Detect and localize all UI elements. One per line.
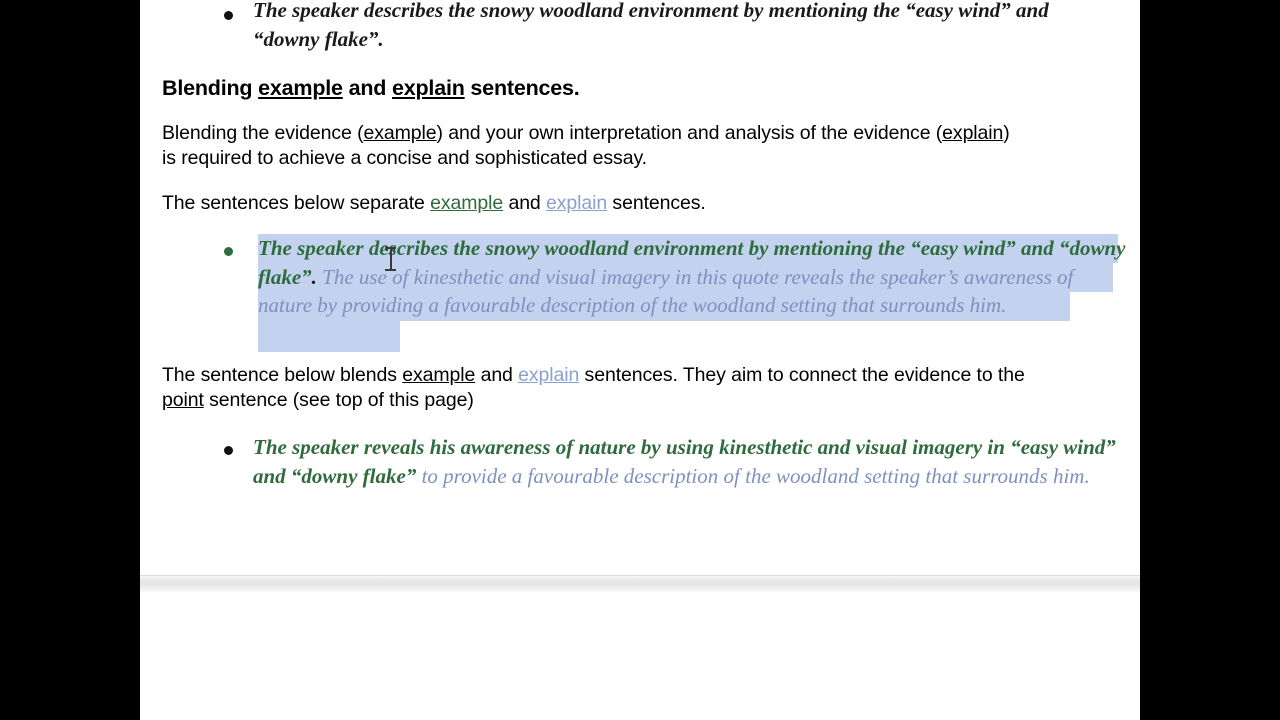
bullet-marker-icon [224, 446, 233, 455]
lower-pane [140, 592, 1140, 720]
document-scroll-region[interactable]: The speaker describes the snowy woodland… [140, 0, 1140, 575]
paragraph-blending-evidence: Blending the evidence (example) and your… [162, 121, 1122, 171]
section-heading: Blending example and explain sentences. [162, 76, 1062, 101]
top-bullet-line1: The speaker describes the snowy woodland… [253, 0, 1049, 22]
paragraph-sentence-blends: The sentence below blends example and ex… [162, 363, 1132, 413]
p3-part3: sentences. They aim to connect the evide… [579, 364, 1025, 386]
heading-explain-term: explain [391, 76, 465, 100]
p1-part1: Blending the evidence ( [162, 122, 364, 144]
sel-explain-part-c: surrounds him. [879, 293, 1007, 317]
blend-blue-part-a: to provide a favourable description of t… [416, 463, 921, 488]
heading-after: sentences. [464, 76, 580, 100]
blended-bullet-text: The speaker reveals his awareness of nat… [253, 433, 1128, 490]
p2-example-link[interactable]: example [430, 192, 503, 214]
p2-part3: sentences. [607, 192, 706, 214]
p3-part2: and [475, 364, 519, 386]
paragraph-3-line-1: The sentence below blends example and ex… [162, 363, 1132, 388]
heading-before: Blending [162, 76, 259, 100]
document-page: The speaker describes the snowy woodland… [140, 0, 1140, 720]
selection-highlight-line-4 [258, 321, 400, 352]
p1-explain-term: explain [942, 122, 1004, 144]
p3-example-term: example [402, 364, 476, 386]
p3-point-term: point [162, 389, 204, 411]
bullet-marker-icon [224, 247, 233, 256]
paragraph-1-line-2: is required to achieve a concise and sop… [162, 147, 647, 169]
top-bullet-line2: “downy flake”. [253, 26, 384, 51]
p1-example-term: example [363, 122, 437, 144]
bullet-marker-icon [224, 11, 233, 20]
text-cursor-icon [385, 246, 396, 272]
horizontal-splitter-bar[interactable] [140, 575, 1140, 593]
p2-part2: and [503, 192, 546, 214]
paragraph-sentences-separate: The sentences below separate example and… [162, 191, 1122, 216]
p1-part3: ) [1003, 122, 1010, 144]
heading-example-term: example [258, 76, 343, 100]
sel-explain-part-a: The use of kinesthetic and visual imager… [316, 264, 959, 289]
sel-example-line1: The speaker describes the snowy woodland… [258, 236, 1054, 260]
p3-part1: The sentence below blends [162, 364, 403, 386]
p2-part1: The sentences below separate [162, 192, 431, 214]
paragraph-3-line-2: point sentence (see top of this page) [162, 388, 1132, 413]
top-bullet-text: The speaker describes the snowy woodland… [253, 0, 1123, 53]
p3-explain-link[interactable]: explain [518, 364, 579, 386]
paragraph-1-line-1: Blending the evidence (example) and your… [162, 121, 1122, 146]
screen: The speaker describes the snowy woodland… [0, 0, 1280, 720]
p2-explain-link[interactable]: explain [546, 192, 607, 214]
heading-middle: and [342, 76, 392, 100]
blend-green-line1: The speaker reveals his awareness of nat… [253, 435, 1005, 459]
blend-blue-part-b: that surrounds him. [925, 463, 1090, 488]
p1-part2: ) and your own interpretation and analys… [436, 122, 943, 144]
p3-line2-rest: sentence (see top of this page) [203, 389, 474, 411]
